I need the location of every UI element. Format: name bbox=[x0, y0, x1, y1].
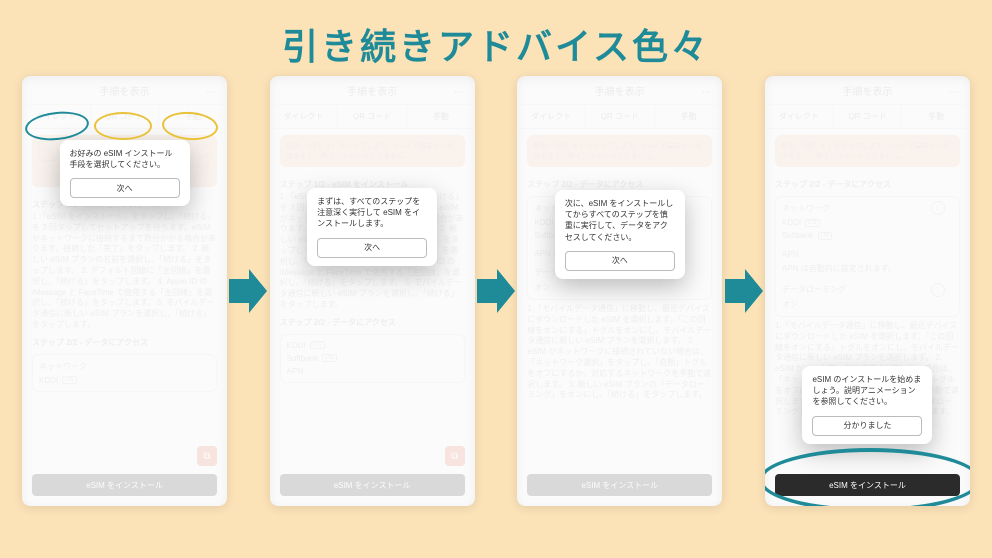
network-card: ネットワーク KDDI LTE bbox=[32, 354, 217, 392]
more-icon[interactable]: … bbox=[701, 85, 712, 96]
phone-header-title: 手順を表示 bbox=[347, 83, 397, 98]
install-button[interactable]: eSIM をインストール bbox=[280, 474, 465, 496]
phone-row: 手順を表示 … ダイレクト QR コード 手動 ! eSIM をインストールする… bbox=[0, 76, 992, 506]
arrow-icon bbox=[229, 265, 267, 317]
carrier-softbank: Softbank bbox=[287, 354, 319, 363]
warning-text: 警告: 「閉じる」をタップします。eSIM を端末から削除すると、再インストール… bbox=[533, 141, 706, 161]
popup-next-button[interactable]: 次へ bbox=[70, 178, 180, 198]
tab-manual[interactable]: 手動 bbox=[655, 105, 723, 128]
apn-auto: APN は自動的に設定されます。 bbox=[782, 263, 896, 274]
advice-popup-3: 次に、eSIM をインストールしてからすべてのステップを慎重に実行して、データを… bbox=[555, 190, 685, 279]
warning-text: 警告: 「閉じる」をタップします。eSIM を端末から削除すると、再インストール… bbox=[286, 141, 459, 161]
install-tabs: ダイレクト QR コード 手動 bbox=[270, 105, 475, 129]
warning-banner: 警告: 「閉じる」をタップします。eSIM を端末から削除すると、再インストール… bbox=[527, 135, 712, 167]
tab-manual[interactable]: 手動 bbox=[902, 105, 970, 128]
hero-title: 引き続きアドバイス色々 bbox=[0, 0, 992, 76]
install-button[interactable]: eSIM をインストール bbox=[527, 474, 712, 496]
network-card: i ネットワーク KDDI LTE Softbank LTE APN APN は… bbox=[775, 196, 960, 317]
more-icon[interactable]: … bbox=[454, 85, 465, 96]
lte-chip: LTE bbox=[62, 376, 77, 384]
install-tabs: ダイレクト QR コード 手動 bbox=[517, 105, 722, 129]
tab-qr[interactable]: QR コード bbox=[834, 105, 903, 128]
phone-1: 手順を表示 … ダイレクト QR コード 手動 ! eSIM をインストールする… bbox=[22, 76, 227, 506]
tab-qr[interactable]: QR コード bbox=[338, 105, 407, 128]
phone-2: 手順を表示 … ダイレクト QR コード 手動 警告: 「閉じる」をタップします… bbox=[270, 76, 475, 506]
phone-header-title: 手順を表示 bbox=[100, 83, 150, 98]
phone-header: 手順を表示 … bbox=[765, 76, 970, 105]
copy-icon[interactable]: ⧉ bbox=[445, 446, 465, 466]
carrier-softbank: Softbank bbox=[782, 231, 814, 240]
popup-next-button[interactable]: 次へ bbox=[317, 238, 427, 258]
apn-label: APN bbox=[782, 250, 798, 259]
network-label: ネットワーク bbox=[782, 203, 830, 214]
step2-heading: ステップ 2/2 - データにアクセス bbox=[22, 331, 227, 350]
install-tabs: ダイレクト QR コード 手動 bbox=[22, 105, 227, 129]
roaming-label: データローミング bbox=[782, 284, 846, 295]
carrier-kddi: KDDI bbox=[287, 341, 306, 350]
advice-popup-4: eSIM のインストールを始めましょう。説明アニメーションを参照してください。 … bbox=[802, 366, 932, 444]
apn-label: APN bbox=[287, 367, 303, 376]
tab-qr[interactable]: QR コード bbox=[91, 105, 160, 128]
install-button[interactable]: eSIM をインストール bbox=[775, 474, 960, 496]
phone-header-title: 手順を表示 bbox=[842, 83, 892, 98]
phone-4: 手順を表示 … ダイレクト QR コード 手動 警告: 「閉じる」をタップします… bbox=[765, 76, 970, 506]
network-label: ネットワーク bbox=[39, 361, 87, 372]
roaming-value: オン bbox=[534, 282, 550, 293]
lte-chip: LTE bbox=[818, 232, 833, 240]
carrier-kddi: KDDI bbox=[534, 218, 553, 227]
phone-header: 手順を表示 … bbox=[517, 76, 722, 105]
popup-text: eSIM のインストールを始めましょう。説明アニメーションを参照してください。 bbox=[812, 374, 922, 408]
step2-body: 1.「モバイルデータ通信」に移動し、最近デバイスにダウンロードした eSIM を… bbox=[517, 304, 722, 401]
more-icon[interactable]: … bbox=[206, 85, 217, 96]
phone-header-title: 手順を表示 bbox=[595, 83, 645, 98]
popup-next-button[interactable]: 次へ bbox=[565, 251, 675, 271]
step1-body: 1.「eSIM をインストール」をタップし、「続ける」を 3 回タップしてセット… bbox=[22, 212, 227, 331]
tab-direct[interactable]: ダイレクト bbox=[517, 105, 586, 128]
warning-banner: 警告: 「閉じる」をタップします。eSIM を端末から削除すると、再インストール… bbox=[280, 135, 465, 167]
copy-icon[interactable]: ⧉ bbox=[197, 446, 217, 466]
network-card: KDDI LTE Softbank LTE APN bbox=[280, 334, 465, 383]
tab-manual[interactable]: 手動 bbox=[159, 105, 227, 128]
warning-icon: ! bbox=[38, 141, 58, 161]
lte-chip: LTE bbox=[310, 341, 325, 349]
arrow-icon bbox=[477, 265, 515, 317]
phone-header: 手順を表示 … bbox=[270, 76, 475, 105]
lte-chip: LTE bbox=[805, 219, 820, 227]
arrow-icon bbox=[725, 265, 763, 317]
advice-popup-1: お好みの eSIM インストール手段を選択してください。 次へ bbox=[60, 140, 190, 206]
roaming-value: オン bbox=[782, 299, 798, 310]
popup-ok-button[interactable]: 分かりました bbox=[812, 416, 922, 436]
carrier-kddi: KDDI bbox=[782, 218, 801, 227]
carrier-kddi: KDDI bbox=[39, 376, 58, 385]
install-tabs: ダイレクト QR コード 手動 bbox=[765, 105, 970, 129]
more-icon[interactable]: … bbox=[949, 85, 960, 96]
tab-qr[interactable]: QR コード bbox=[586, 105, 655, 128]
tab-manual[interactable]: 手動 bbox=[407, 105, 475, 128]
phone-3: 手順を表示 … ダイレクト QR コード 手動 警告: 「閉じる」をタップします… bbox=[517, 76, 722, 506]
popup-text: お好みの eSIM インストール手段を選択してください。 bbox=[70, 148, 180, 170]
info-icon[interactable]: i bbox=[931, 201, 945, 215]
warning-banner: 警告: 「閉じる」をタップします。eSIM を端末から削除すると、再インストール… bbox=[775, 135, 960, 167]
tab-direct[interactable]: ダイレクト bbox=[22, 105, 91, 128]
advice-popup-2: まずは、すべてのステップを注意深く実行して eSIM をインストールします。 次… bbox=[307, 188, 437, 266]
tab-direct[interactable]: ダイレクト bbox=[270, 105, 339, 128]
popup-text: 次に、eSIM をインストールしてからすべてのステップを慎重に実行して、データを… bbox=[565, 198, 675, 243]
warning-text: 警告: 「閉じる」をタップします。eSIM を端末から削除すると、再インストール… bbox=[781, 141, 954, 161]
step2-heading: ステップ 2/2 - データにアクセス bbox=[270, 311, 475, 330]
tab-direct[interactable]: ダイレクト bbox=[765, 105, 834, 128]
popup-text: まずは、すべてのステップを注意深く実行して eSIM をインストールします。 bbox=[317, 196, 427, 230]
lte-chip: LTE bbox=[322, 354, 337, 362]
install-button[interactable]: eSIM をインストール bbox=[32, 474, 217, 496]
phone-header: 手順を表示 … bbox=[22, 76, 227, 105]
info-icon[interactable]: i bbox=[931, 283, 945, 297]
step2-heading: ステップ 2/2 - データにアクセス bbox=[765, 173, 970, 192]
